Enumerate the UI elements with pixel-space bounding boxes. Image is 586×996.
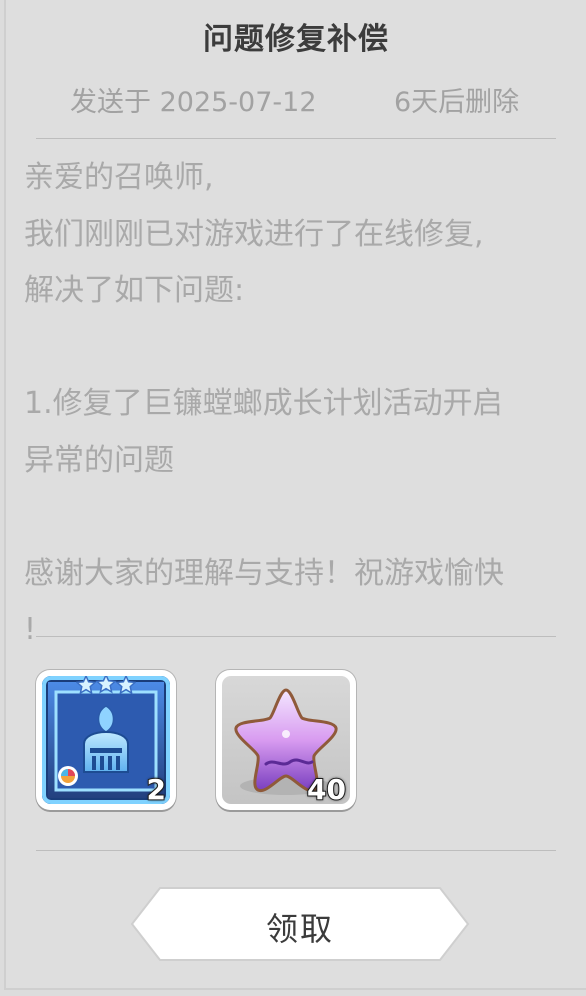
body-line: 异常的问题 — [24, 442, 174, 478]
footer-divider — [36, 850, 556, 851]
sent-date: 发送于 2025-07-12 — [70, 87, 317, 118]
body-line: 解决了如下问题: — [24, 273, 245, 308]
body-divider — [36, 636, 556, 637]
reward-item-purple-star[interactable]: 40 — [216, 670, 356, 810]
claim-button-label: 领取 — [265, 910, 334, 948]
mail-body: 亲爱的召唤师, 我们刚刚已对游戏进行了在线修复, 解决了如下问题: 1.修复了巨… — [24, 150, 584, 659]
reward-frame: 2 — [42, 676, 170, 804]
mail-meta: 发送于 2025-07-12 6天后删除 — [6, 80, 586, 120]
reward-frame: 40 — [222, 676, 350, 804]
body-line: ! — [24, 612, 37, 647]
reward-count: 40 — [306, 773, 347, 805]
expire-note: 6天后删除 — [394, 87, 520, 118]
body-blank-line — [24, 320, 584, 377]
mail-title: 问题修复补偿 — [203, 22, 389, 57]
body-blank-line — [24, 489, 584, 546]
reward-item-knight-card[interactable]: 2 — [36, 670, 176, 810]
body-line: 感谢大家的理解与支持！祝游戏愉快 — [24, 555, 504, 591]
header-divider — [36, 138, 556, 139]
claim-button[interactable]: 领取 — [130, 886, 470, 962]
body-line: 我们刚刚已对游戏进行了在线修复, — [24, 216, 484, 252]
body-line: 1.修复了巨镰螳螂成长计划活动开启 — [24, 386, 503, 421]
mail-detail-panel: 问题修复补偿 发送于 2025-07-12 6天后删除 亲爱的召唤师, 我们刚刚… — [4, 0, 586, 990]
body-line: 亲爱的召唤师, — [24, 160, 214, 195]
reward-count: 2 — [145, 773, 167, 805]
star-rating-icon — [76, 676, 136, 695]
